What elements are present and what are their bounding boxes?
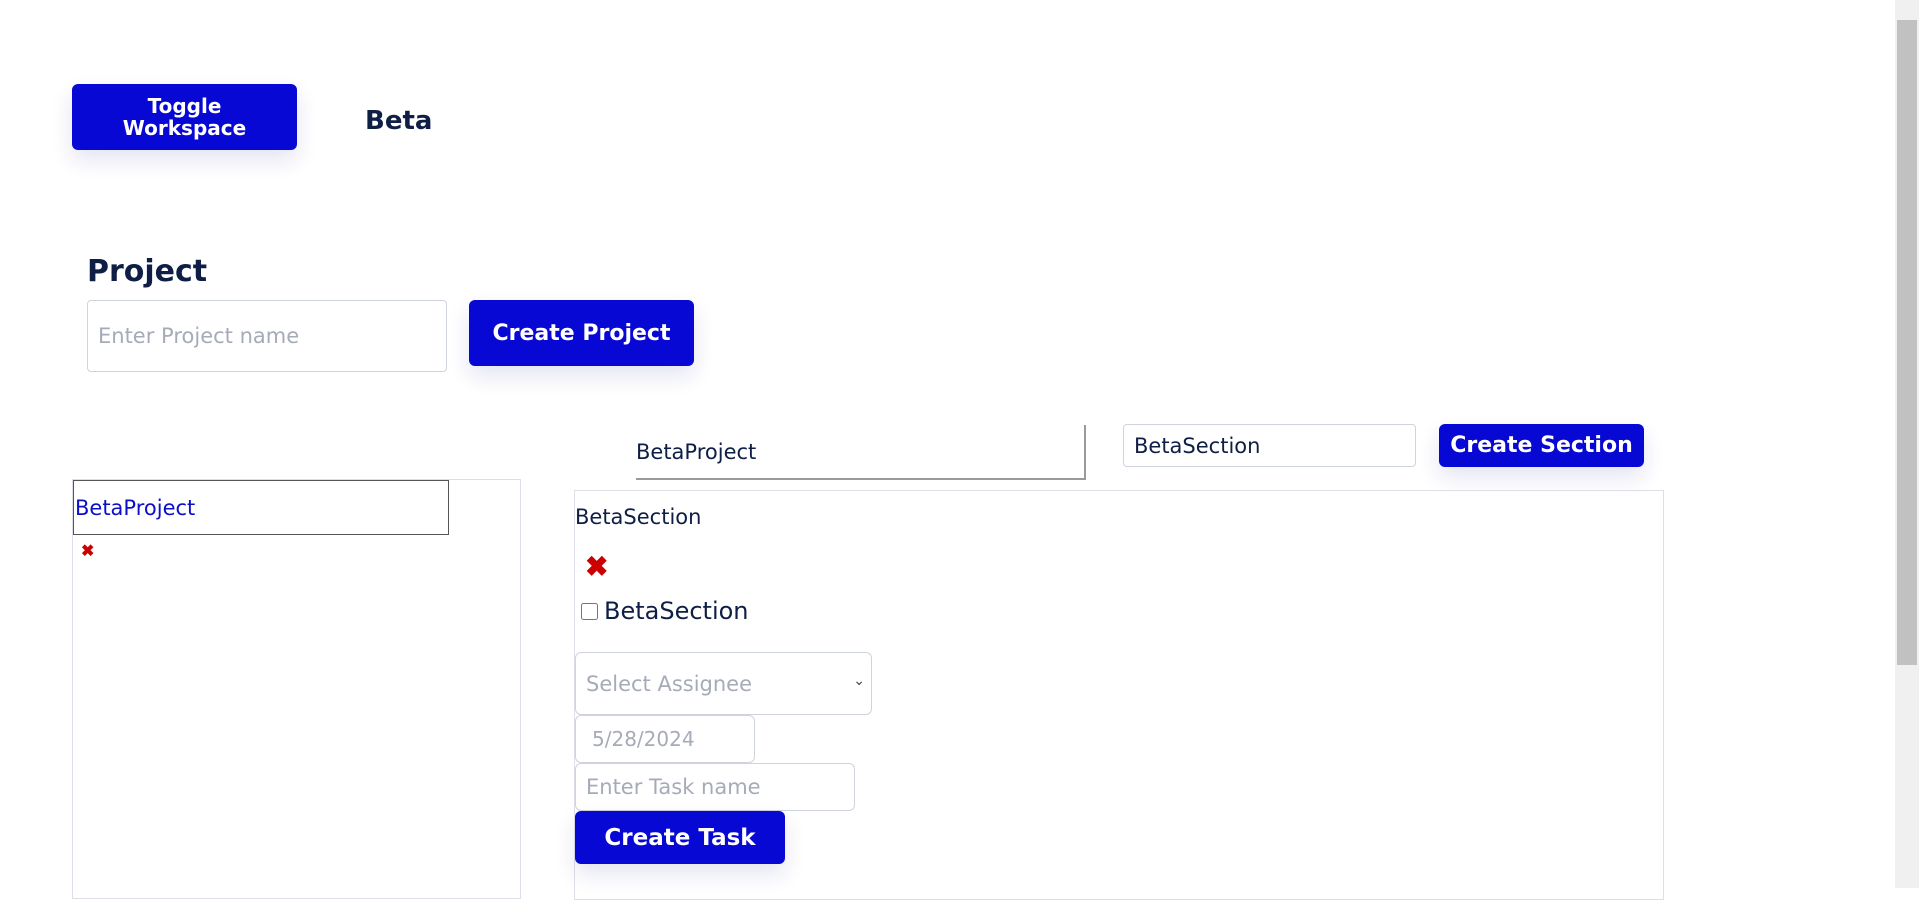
due-date-input[interactable]: 5/28/2024 [575,715,755,763]
close-icon[interactable]: ✖ [585,553,608,581]
create-project-button[interactable]: Create Project [469,300,694,366]
workspace-name: Beta [365,106,433,136]
toggle-workspace-button[interactable]: Toggle Workspace [72,84,297,150]
project-name-input[interactable] [87,300,447,372]
project-heading: Project [87,254,208,289]
section-title: BetaSection [575,505,702,529]
create-task-button[interactable]: Create Task [575,811,785,864]
scrollbar-thumb[interactable] [1897,20,1917,665]
selected-project-display[interactable]: BetaProject [636,425,1086,480]
assignee-select[interactable]: Select Assignee ⌄ [575,652,872,715]
create-section-button[interactable]: Create Section [1439,424,1644,467]
chevron-down-icon: ⌄ [853,673,865,689]
project-list-item[interactable]: BetaProject [73,480,449,535]
section-checkbox[interactable] [581,602,598,620]
close-icon[interactable]: ✖ [81,544,94,560]
section-checkbox-row: BetaSection [581,597,749,625]
task-name-input[interactable] [575,763,855,811]
section-checkbox-label: BetaSection [604,597,749,625]
project-list: BetaProject ✖ [72,479,521,899]
assignee-select-placeholder: Select Assignee [586,671,753,696]
section-panel: BetaSection ✖ BetaSection Select Assigne… [574,490,1664,900]
section-name-input[interactable] [1123,424,1416,467]
